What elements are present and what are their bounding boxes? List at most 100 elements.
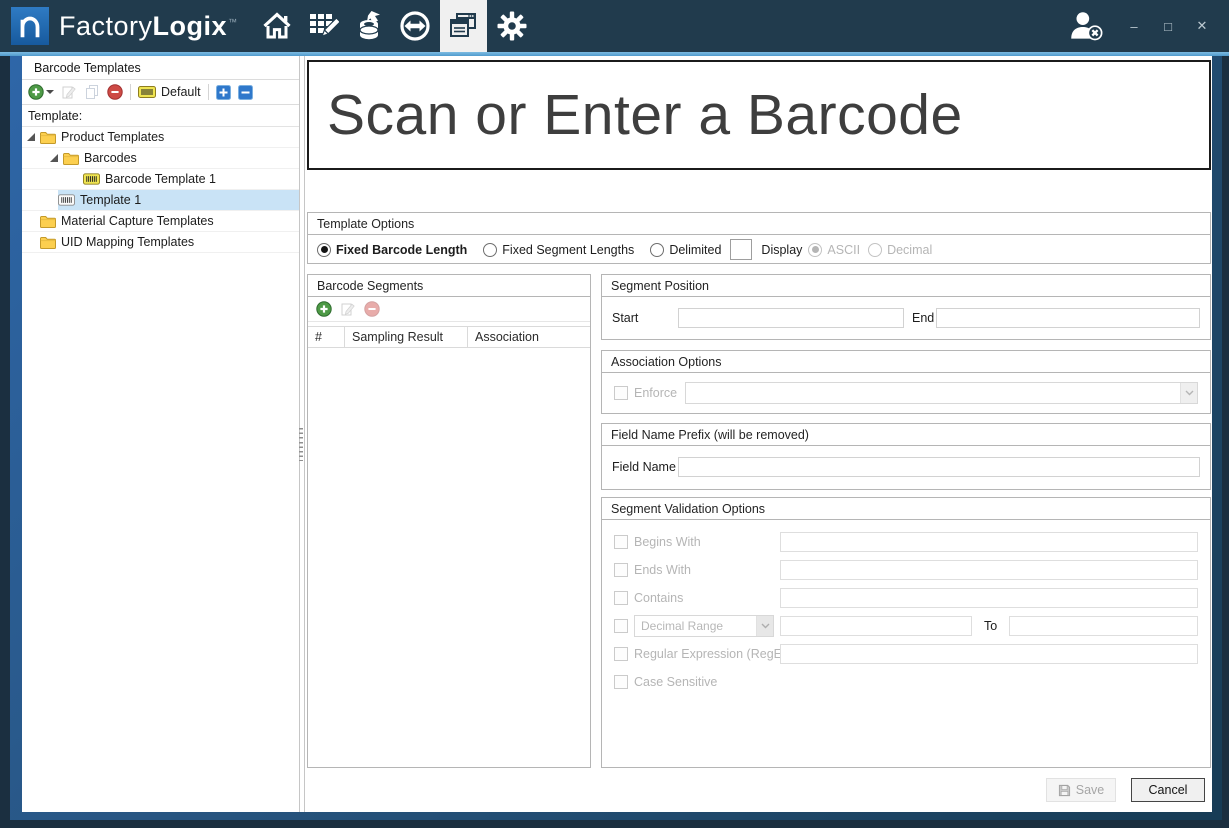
nav-warehouse[interactable] <box>349 0 389 52</box>
contains-label: Contains <box>634 591 683 605</box>
tree-item-template-1[interactable]: Template 1 <box>22 190 299 211</box>
tree-item-uid-mapping-templates[interactable]: UID Mapping Templates <box>22 232 299 253</box>
begins-with-input[interactable] <box>780 532 1198 552</box>
save-button[interactable]: Save <box>1046 778 1116 802</box>
brand-bold: Logix <box>153 11 228 42</box>
template-options-group: Template Options Fixed Barcode Length Fi… <box>307 212 1211 264</box>
collapse-all-button[interactable] <box>238 85 253 100</box>
tree-item-label: Product Templates <box>61 130 164 144</box>
ends-with-checkbox[interactable] <box>614 563 628 577</box>
contains-input[interactable] <box>780 588 1198 608</box>
delimited-radio[interactable] <box>650 243 664 257</box>
top-toolbar: FactoryLogix™ <box>0 0 1229 52</box>
barcode-icon <box>138 86 156 98</box>
expand-all-icon <box>216 85 231 100</box>
remove-icon <box>364 301 380 317</box>
close-button[interactable]: ✕ <box>1195 18 1209 34</box>
tree-item-barcode-template-1[interactable]: Barcode Template 1 <box>22 169 299 190</box>
delete-template-button[interactable] <box>107 84 123 100</box>
expand-all-button[interactable] <box>216 85 231 100</box>
column-sampling-result[interactable]: Sampling Result <box>344 327 467 347</box>
regex-checkbox[interactable] <box>614 647 628 661</box>
expander-icon[interactable] <box>26 132 36 142</box>
templates-icon <box>447 10 479 42</box>
sidebar-splitter-grip[interactable] <box>299 428 303 461</box>
template-caption: Template: <box>22 105 299 127</box>
copy-icon <box>84 84 100 100</box>
add-dropdown-caret-icon <box>46 90 54 94</box>
fixed-barcode-length-label: Fixed Barcode Length <box>336 243 467 257</box>
folder-icon <box>63 152 79 165</box>
tree-item-label: UID Mapping Templates <box>61 235 194 249</box>
maximize-button[interactable]: □ <box>1161 19 1175 34</box>
toolbar-separator <box>130 84 131 100</box>
expander-icon[interactable] <box>49 153 59 163</box>
toolbar-separator <box>208 84 209 100</box>
brand-name: FactoryLogix™ <box>59 11 238 42</box>
column-number[interactable]: # <box>308 327 344 347</box>
ends-with-input[interactable] <box>780 560 1198 580</box>
fixed-segment-lengths-radio[interactable] <box>483 243 497 257</box>
barcode-scan-input[interactable]: Scan or Enter a Barcode <box>307 60 1211 170</box>
field-name-prefix-group: Field Name Prefix (will be removed) Fiel… <box>601 423 1211 490</box>
tree-item-barcodes[interactable]: Barcodes <box>22 148 299 169</box>
tree-item-product-templates[interactable]: Product Templates <box>22 127 299 148</box>
minimize-button[interactable]: – <box>1127 19 1141 34</box>
template-tree: Product Templates Barcodes <box>22 127 299 253</box>
column-association[interactable]: Association <box>467 327 590 347</box>
enforce-label: Enforce <box>634 386 679 400</box>
field-name-prefix-title: Field Name Prefix (will be removed) <box>602 424 1210 446</box>
add-template-button[interactable] <box>28 84 54 100</box>
template-editor: Scan or Enter a Barcode Template Options… <box>304 56 1212 812</box>
template-options-row: Fixed Barcode Length Fixed Segment Lengt… <box>308 235 1210 264</box>
display-label: Display <box>761 243 802 257</box>
enforce-checkbox[interactable] <box>614 386 628 400</box>
edit-template-button[interactable] <box>61 84 77 100</box>
folder-icon <box>40 236 56 249</box>
delimiter-input[interactable] <box>730 239 752 260</box>
brand-light: Factory <box>59 11 153 42</box>
display-ascii-radio[interactable] <box>808 243 822 257</box>
field-name-input[interactable] <box>678 457 1200 477</box>
add-icon <box>316 301 332 317</box>
display-decimal-radio[interactable] <box>868 243 882 257</box>
add-icon <box>28 84 44 100</box>
fixed-barcode-length-radio[interactable] <box>317 243 331 257</box>
logo-n-icon <box>15 11 45 41</box>
range-from-input[interactable] <box>780 616 972 636</box>
user-logout-icon[interactable] <box>1067 9 1105 43</box>
nav-production-planning[interactable] <box>303 0 343 52</box>
regex-row: Regular Expression (RegEx): <box>602 640 1210 668</box>
cancel-button[interactable]: Cancel <box>1131 778 1205 802</box>
contains-checkbox[interactable] <box>614 591 628 605</box>
nav-templates[interactable] <box>440 0 487 52</box>
range-type-select[interactable]: Decimal Range <box>634 615 774 637</box>
tree-item-material-capture-templates[interactable]: Material Capture Templates <box>22 211 299 232</box>
to-label: To <box>984 619 997 633</box>
chevron-down-icon <box>756 616 773 636</box>
default-template-button[interactable]: Default <box>138 85 201 99</box>
delete-segment-button[interactable] <box>364 301 380 317</box>
begins-with-label: Begins With <box>634 535 701 549</box>
nav-settings[interactable] <box>492 0 532 52</box>
start-input[interactable] <box>678 308 904 328</box>
nav-transfer[interactable] <box>395 0 435 52</box>
add-segment-button[interactable] <box>316 301 332 317</box>
selected-tree-item[interactable]: Template 1 <box>58 190 299 210</box>
association-select[interactable] <box>685 382 1198 404</box>
case-sensitive-row: Case Sensitive <box>602 668 1210 696</box>
association-options-group: Association Options Enforce <box>601 350 1211 414</box>
case-sensitive-checkbox[interactable] <box>614 675 628 689</box>
range-checkbox[interactable] <box>614 619 628 633</box>
begins-with-row: Begins With <box>602 528 1210 556</box>
edit-segment-button[interactable] <box>340 301 356 317</box>
range-type-value: Decimal Range <box>635 619 756 633</box>
end-input[interactable] <box>936 308 1200 328</box>
range-to-input[interactable] <box>1009 616 1198 636</box>
nav-home[interactable] <box>257 0 297 52</box>
topbar-right: – □ ✕ <box>1067 9 1229 43</box>
begins-with-checkbox[interactable] <box>614 535 628 549</box>
copy-template-button[interactable] <box>84 84 100 100</box>
template-options-title: Template Options <box>308 213 1210 235</box>
regex-input[interactable] <box>780 644 1198 664</box>
